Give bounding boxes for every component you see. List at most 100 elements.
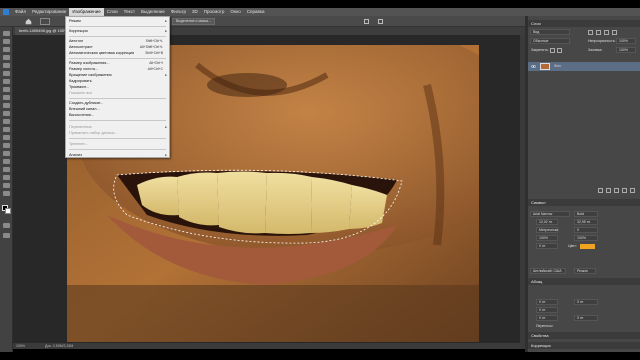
fx-icon[interactable] <box>606 188 611 193</box>
lock-position-icon[interactable] <box>557 48 562 53</box>
horizontal-scale-value: 100% <box>577 236 586 240</box>
lasso-tool-icon[interactable] <box>40 18 50 25</box>
menu-item-label: Размер изображения... <box>69 61 110 65</box>
baseline-field[interactable]: 0 пт <box>536 243 558 249</box>
menu-help[interactable]: Справка <box>244 8 268 16</box>
pen-tool-icon[interactable] <box>3 143 10 148</box>
language-select[interactable]: Английский: США <box>530 268 566 274</box>
menu-window[interactable]: Окно <box>227 8 243 16</box>
lock-pixels-icon[interactable] <box>550 48 555 53</box>
marquee-tool-icon[interactable] <box>3 39 10 44</box>
select-and-mask-button[interactable]: Выделение и маска... <box>172 18 216 25</box>
lasso-tool-icon[interactable] <box>3 47 10 52</box>
kerning-field[interactable]: Метрически <box>536 227 558 233</box>
layers-panel-header[interactable]: Слои <box>528 20 640 27</box>
horizontal-scale-field[interactable]: 100% <box>574 235 598 241</box>
indent-left-field[interactable]: 0 пт <box>536 299 558 305</box>
new-layer-icon[interactable] <box>622 188 627 193</box>
font-family-select[interactable]: Arial Narrow <box>530 211 570 217</box>
space-after-field[interactable]: 0 пт <box>574 315 598 321</box>
move-tool-icon[interactable] <box>3 31 10 36</box>
menu-item-mode[interactable]: Режим ▸ <box>66 18 169 24</box>
layers-title: Слои <box>531 21 541 26</box>
quick-select-tool-icon[interactable] <box>3 55 10 60</box>
filter-shape-icon[interactable] <box>612 30 617 35</box>
font-style-select[interactable]: Bold <box>574 211 598 217</box>
link-layers-icon[interactable] <box>598 188 603 193</box>
square-icon[interactable] <box>378 19 383 24</box>
menu-edit[interactable]: Редактирование <box>29 8 69 16</box>
blur-tool-icon[interactable] <box>3 127 10 132</box>
quick-mask-icon[interactable] <box>3 223 10 228</box>
properties-panel-header[interactable]: Свойства <box>528 332 640 339</box>
character-panel-header[interactable]: Символ <box>528 199 640 206</box>
leading-field[interactable]: 32,95 пт <box>574 219 598 225</box>
submenu-arrow-icon: ▸ <box>165 153 167 157</box>
menu-item-apply-data-set[interactable]: Применить набор данных... <box>66 130 169 136</box>
zoom-tool-icon[interactable] <box>3 183 10 188</box>
stamp-tool-icon[interactable] <box>3 95 10 100</box>
home-icon[interactable] <box>25 18 32 25</box>
antialias-select[interactable]: Резкое <box>574 268 596 274</box>
more-tools-icon[interactable] <box>3 191 10 196</box>
history-brush-tool-icon[interactable] <box>3 103 10 108</box>
type-tool-icon[interactable] <box>3 151 10 156</box>
layer-row[interactable]: Фон <box>528 62 640 71</box>
screen-mode-icon[interactable] <box>3 233 10 238</box>
menu-image[interactable]: Изображение <box>69 8 104 16</box>
gradient-tool-icon[interactable] <box>3 119 10 124</box>
indent-right-field[interactable]: 0 пт <box>574 299 598 305</box>
menu-item-trap[interactable]: Треппинг... <box>66 141 169 147</box>
zoom-level[interactable]: 100% <box>16 343 25 349</box>
trash-icon[interactable] <box>630 188 635 193</box>
menu-item-reveal-all[interactable]: Показать все <box>66 90 169 96</box>
tracking-field[interactable]: 0 <box>574 227 598 233</box>
image-menu-dropdown: Режим ▸ Коррекция ▸ Автотон Shift+Ctrl+L Ав… <box>65 16 170 158</box>
filter-pixel-icon[interactable] <box>588 30 593 35</box>
hand-tool-icon[interactable] <box>3 175 10 180</box>
background-color-swatch[interactable] <box>5 208 11 214</box>
menu-file[interactable]: Файл <box>12 8 29 16</box>
menu-view[interactable]: Просмотр <box>201 8 228 16</box>
menu-item-calculations[interactable]: Вычисления... <box>66 112 169 118</box>
square-icon[interactable] <box>364 19 369 24</box>
indent-first-value: 0 пт <box>539 308 546 312</box>
menu-filter[interactable]: Фильтр <box>168 8 189 16</box>
shape-tool-icon[interactable] <box>3 167 10 172</box>
adjustments-panel-header[interactable]: Коррекция <box>528 342 640 349</box>
tools-panel <box>0 27 13 352</box>
menu-select[interactable]: Выделение <box>138 8 168 16</box>
eyedropper-tool-icon[interactable] <box>3 71 10 76</box>
crop-tool-icon[interactable] <box>3 63 10 68</box>
menu-item-auto-color[interactable]: Автоматическая цветовая коррекция Shift+C… <box>66 50 169 56</box>
eraser-tool-icon[interactable] <box>3 111 10 116</box>
vertical-scale-field[interactable]: 100% <box>536 235 558 241</box>
add-mask-icon[interactable] <box>614 188 619 193</box>
menu-separator <box>69 98 166 99</box>
space-before-field[interactable]: 0 пт <box>536 315 558 321</box>
fill-label: Заливка: <box>588 48 603 52</box>
eye-icon[interactable] <box>531 64 536 69</box>
menu-item-analysis[interactable]: Анализ ▸ <box>66 152 169 158</box>
text-color-swatch[interactable] <box>580 244 595 249</box>
menu-item-label: Показать все <box>69 91 93 95</box>
paragraph-panel-header[interactable]: Абзац <box>528 278 640 285</box>
hyphenate-label[interactable]: Переносы <box>536 324 553 328</box>
healing-tool-icon[interactable] <box>3 79 10 84</box>
path-select-tool-icon[interactable] <box>3 159 10 164</box>
filter-adjust-icon[interactable] <box>596 30 601 35</box>
dodge-tool-icon[interactable] <box>3 135 10 140</box>
blend-mode-select[interactable]: Обычные <box>530 38 570 44</box>
layer-kind-filter[interactable]: Вид <box>530 29 570 35</box>
fill-field[interactable]: 100% <box>616 47 636 53</box>
menu-item-adjustments[interactable]: Коррекция ▸ <box>66 28 169 34</box>
menu-3d[interactable]: 3D <box>189 8 201 16</box>
menu-type[interactable]: Текст <box>121 8 138 16</box>
filter-type-icon[interactable] <box>604 30 609 35</box>
font-size-field[interactable]: 12,02 пт <box>536 219 558 225</box>
layer-kind-label: Вид <box>533 30 540 34</box>
menu-layer[interactable]: Слои <box>104 8 121 16</box>
brush-tool-icon[interactable] <box>3 87 10 92</box>
indent-first-field[interactable]: 0 пт <box>536 307 558 313</box>
opacity-field[interactable]: 100% <box>616 38 636 44</box>
